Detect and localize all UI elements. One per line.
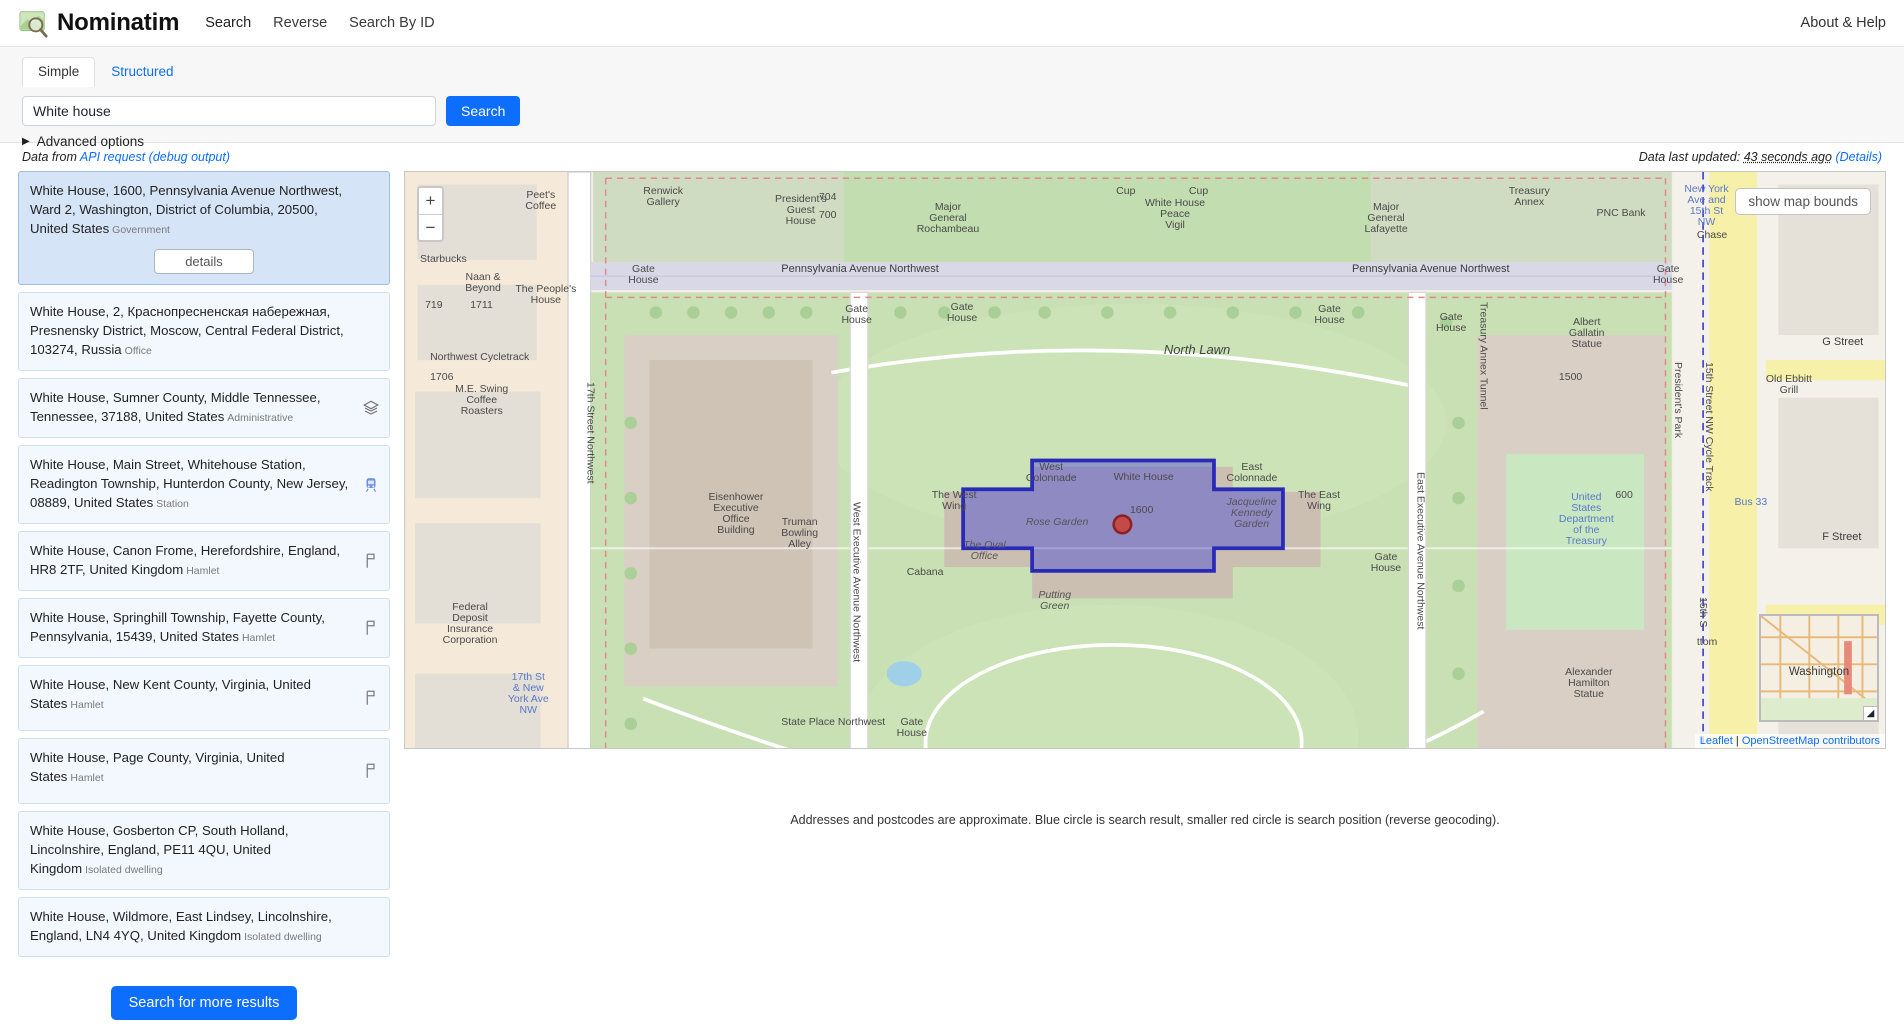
search-button[interactable]: Search [446, 96, 520, 126]
place-marker-icon [362, 552, 380, 570]
result-item-6[interactable]: White House, New Kent County, Virginia, … [18, 665, 390, 731]
result-address: White House, 2, Краснопресненская набере… [30, 302, 378, 361]
details-button[interactable]: details [154, 249, 254, 274]
result-type-badge: Hamlet [70, 772, 103, 784]
result-item-8[interactable]: White House, Gosberton CP, South Holland… [18, 811, 390, 890]
api-request-link[interactable]: API request (debug output) [80, 150, 230, 164]
tab-simple[interactable]: Simple [22, 57, 95, 87]
brand[interactable]: Nominatim [18, 8, 179, 38]
result-address: White House, Sumner County, Middle Tenne… [30, 388, 378, 428]
nav-about-help[interactable]: About & Help [1801, 15, 1886, 31]
minimap-label: Washington [1789, 666, 1849, 678]
result-item-5[interactable]: White House, Springhill Township, Fayett… [18, 598, 390, 658]
result-item-4[interactable]: White House, Canon Frome, Herefordshire,… [18, 531, 390, 591]
nav-right: About & Help [1801, 14, 1886, 32]
map-canvas[interactable]: + − show map bounds [404, 171, 1886, 749]
last-updated-prefix: Data last updated: [1639, 150, 1744, 164]
result-item-1[interactable]: White House, 2, Краснопресненская набере… [18, 292, 390, 371]
place-marker-icon [362, 689, 380, 707]
minimap-collapse-icon[interactable]: ◢ [1863, 706, 1877, 720]
more-results-wrap: Search for more results [18, 964, 390, 1026]
main-content: White House, 1600, Pennsylvania Avenue N… [0, 171, 1904, 966]
result-type-badge: Office [125, 345, 152, 357]
result-address-text: White House, Page County, Virginia, Unit… [30, 750, 285, 784]
result-item-9[interactable]: White House, Wildmore, East Lindsey, Lin… [18, 897, 390, 957]
result-type-badge: Isolated dwelling [244, 931, 322, 943]
result-address: White House, Page County, Virginia, Unit… [30, 748, 378, 788]
data-last-updated: Data last updated: 43 seconds ago (Detai… [1639, 150, 1882, 164]
search-tabs: Simple Structured [22, 57, 1882, 88]
nav-search-by-id[interactable]: Search By ID [349, 15, 434, 31]
place-marker-icon [362, 762, 380, 780]
tab-structured[interactable]: Structured [95, 57, 189, 87]
result-item-7[interactable]: White House, Page County, Virginia, Unit… [18, 738, 390, 804]
result-type-badge: Hamlet [70, 699, 103, 711]
result-address: White House, Main Street, Whitehouse Sta… [30, 455, 378, 514]
advanced-options-toggle[interactable]: ▶ Advanced options [22, 134, 144, 149]
administrative-boundary-icon [362, 399, 380, 417]
nav-links: Search Reverse Search By ID [205, 15, 434, 31]
map-column: + − show map bounds [404, 171, 1886, 966]
show-map-bounds-button[interactable]: show map bounds [1735, 188, 1871, 215]
data-from: Data from API request (debug output) [22, 150, 230, 164]
zoom-out-button[interactable]: − [419, 214, 442, 240]
top-navbar: Nominatim Search Reverse Search By ID Ab… [0, 0, 1904, 47]
last-updated-value: 43 seconds ago [1744, 150, 1832, 164]
map-attribution: Leaflet | OpenStreetMap contributors [1695, 734, 1885, 748]
footer-note: Addresses and postcodes are approximate.… [404, 749, 1886, 827]
result-type-badge: Station [156, 498, 189, 510]
train-station-icon [362, 476, 380, 494]
triangle-right-icon: ▶ [22, 137, 30, 147]
magnifier-map-icon [18, 8, 48, 38]
map-tiles [405, 172, 1885, 749]
result-address-text: White House, Springhill Township, Fayett… [30, 610, 325, 644]
search-panel: Simple Structured Search ▶ Advanced opti… [0, 47, 1904, 143]
result-address: White House, New Kent County, Virginia, … [30, 675, 378, 715]
details-link[interactable]: (Details) [1835, 150, 1882, 164]
result-item-0[interactable]: White House, 1600, Pennsylvania Avenue N… [18, 171, 390, 285]
result-address-text: White House, Main Street, Whitehouse Sta… [30, 457, 348, 510]
result-type-badge: Government [112, 224, 170, 236]
result-address-text: White House, 2, Краснопресненская набере… [30, 304, 344, 357]
brand-name: Nominatim [57, 9, 179, 37]
search-row: Search [22, 96, 1882, 126]
meta-bar: Data from API request (debug output) Dat… [0, 143, 1904, 171]
attribution-separator: | [1733, 735, 1742, 747]
osm-contributors-link[interactable]: OpenStreetMap contributors [1742, 735, 1880, 747]
result-address: White House, Canon Frome, Herefordshire,… [30, 541, 378, 581]
minimap[interactable]: Washington ◢ [1759, 614, 1879, 722]
search-more-results-button[interactable]: Search for more results [111, 986, 298, 1020]
result-item-2[interactable]: White House, Sumner County, Middle Tenne… [18, 378, 390, 438]
result-type-badge: Administrative [227, 412, 293, 424]
result-type-badge: Hamlet [186, 565, 219, 577]
results-list: White House, 1600, Pennsylvania Avenue N… [18, 171, 390, 966]
advanced-options-label: Advanced options [37, 134, 144, 149]
result-address: White House, 1600, Pennsylvania Avenue N… [30, 181, 378, 240]
result-address-text: White House, 1600, Pennsylvania Avenue N… [30, 183, 342, 236]
result-address: White House, Gosberton CP, South Holland… [30, 821, 378, 880]
result-address: White House, Springhill Township, Fayett… [30, 608, 378, 648]
result-item-3[interactable]: White House, Main Street, Whitehouse Sta… [18, 445, 390, 524]
place-marker-icon [362, 619, 380, 637]
search-input[interactable] [22, 96, 436, 126]
data-from-prefix: Data from [22, 150, 80, 164]
zoom-in-button[interactable]: + [419, 188, 442, 214]
result-type-badge: Hamlet [242, 632, 275, 644]
leaflet-link[interactable]: Leaflet [1700, 735, 1733, 747]
nav-reverse[interactable]: Reverse [273, 15, 327, 31]
nav-search[interactable]: Search [205, 15, 251, 31]
map-zoom-control[interactable]: + − [417, 186, 444, 242]
result-address: White House, Wildmore, East Lindsey, Lin… [30, 907, 378, 947]
result-type-badge: Isolated dwelling [85, 864, 163, 876]
